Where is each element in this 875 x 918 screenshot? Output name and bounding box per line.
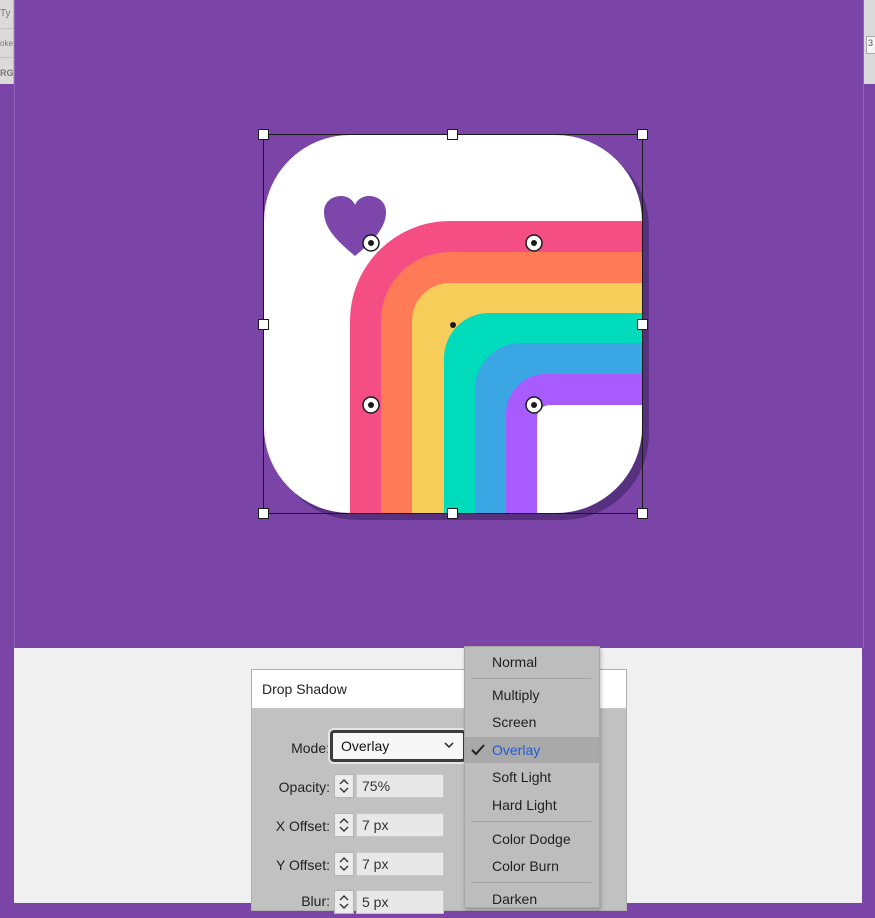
- left-toolbar-row: Ty: [0, 0, 13, 29]
- menu-item-soft-light[interactable]: Soft Light: [465, 765, 599, 789]
- menu-item-color-burn[interactable]: Color Burn: [465, 854, 599, 878]
- left-toolbar-text: Ty: [0, 8, 11, 19]
- corner-widget-bottom-left: [362, 396, 380, 414]
- mode-select[interactable]: Overlay: [330, 730, 466, 762]
- menu-item-label: Hard Light: [492, 797, 557, 813]
- handle-middle-left: [258, 319, 269, 330]
- up-down-arrows-icon: [339, 895, 349, 909]
- handle-bottom-center: [447, 508, 458, 519]
- handle-top-right: [637, 129, 648, 140]
- menu-item-normal[interactable]: Normal: [465, 650, 599, 674]
- menu-item-overlay[interactable]: Overlay: [465, 737, 599, 763]
- checkmark-icon: [471, 744, 485, 756]
- menu-item-label: Screen: [492, 714, 537, 730]
- corner-widget-bottom-right: [525, 396, 543, 414]
- blur-input[interactable]: 5 px: [356, 890, 444, 914]
- menu-item-label: Color Dodge: [492, 831, 571, 847]
- menu-separator: [471, 882, 591, 883]
- mode-select-value: Overlay: [341, 738, 390, 754]
- menu-item-screen[interactable]: Screen: [465, 710, 599, 734]
- up-down-arrows-icon: [339, 818, 349, 832]
- y-offset-label: Y Offset:: [276, 857, 330, 873]
- mode-label: Mode:: [291, 740, 330, 756]
- left-panel-edge: Ty oke: RG: [0, 0, 14, 84]
- menu-item-color-dodge[interactable]: Color Dodge: [465, 827, 599, 851]
- left-stroke-row: oke:: [0, 29, 13, 58]
- menu-item-label: Soft Light: [492, 769, 552, 785]
- x-offset-label: X Offset:: [275, 818, 330, 834]
- y-offset-stepper[interactable]: [334, 852, 354, 876]
- blur-label: Blur:: [301, 893, 330, 909]
- menu-item-multiply[interactable]: Multiply: [465, 683, 599, 707]
- menu-separator: [471, 821, 591, 822]
- blend-mode-menu: Normal Multiply Screen Overlay Soft Ligh…: [464, 646, 600, 908]
- handle-middle-right: [637, 319, 648, 330]
- menu-item-label: Multiply: [492, 687, 540, 703]
- handle-top-left: [258, 129, 269, 140]
- y-offset-input[interactable]: 7 px: [356, 852, 444, 876]
- right-field-text: 3: [868, 38, 874, 48]
- menu-item-label: Darken: [492, 891, 538, 907]
- up-down-arrows-icon: [339, 779, 349, 793]
- blur-stepper[interactable]: [334, 890, 354, 914]
- left-color-text: RG: [0, 68, 14, 78]
- corner-widget-top-left: [362, 234, 380, 252]
- opacity-label: Opacity:: [278, 779, 330, 795]
- app-icon-artwork[interactable]: [250, 120, 670, 540]
- opacity-stepper[interactable]: [334, 774, 354, 798]
- handle-top-center: [447, 129, 458, 140]
- menu-item-label: Color Burn: [492, 858, 559, 874]
- center-point: [450, 322, 456, 328]
- x-offset-input[interactable]: 7 px: [356, 813, 444, 837]
- up-down-arrows-icon: [339, 857, 349, 871]
- x-offset-stepper[interactable]: [334, 813, 354, 837]
- opacity-input[interactable]: 75%: [356, 774, 444, 798]
- handle-bottom-left: [258, 508, 269, 519]
- left-stroke-text: oke:: [0, 39, 14, 48]
- artboard: [14, 0, 864, 648]
- chevron-down-icon: [444, 742, 454, 749]
- rainbow-group: [350, 221, 642, 513]
- menu-separator: [471, 678, 591, 679]
- left-color-row: RG: [0, 58, 13, 84]
- handle-bottom-right: [637, 508, 648, 519]
- corner-widget-top-right: [525, 234, 543, 252]
- menu-item-label: Overlay: [492, 742, 541, 758]
- menu-item-label: Normal: [492, 654, 538, 670]
- menu-item-hard-light[interactable]: Hard Light: [465, 793, 599, 817]
- menu-item-darken[interactable]: Darken: [465, 887, 599, 911]
